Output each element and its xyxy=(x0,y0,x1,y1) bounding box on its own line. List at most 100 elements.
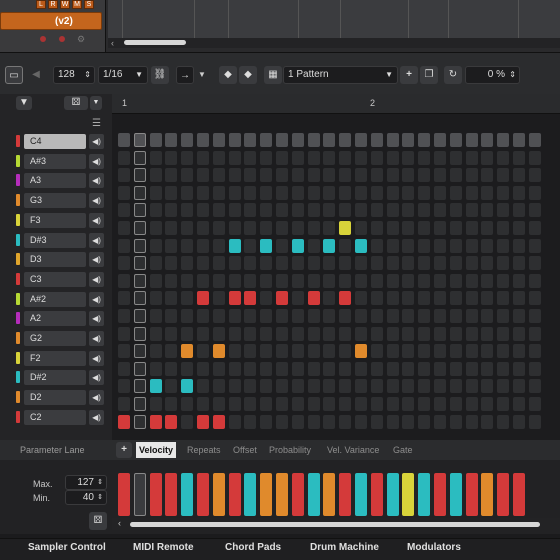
key-name[interactable]: D2 xyxy=(24,390,86,406)
step-cell[interactable] xyxy=(244,361,257,376)
step-cell[interactable] xyxy=(260,379,273,394)
scroll-left-icon[interactable]: ‹ xyxy=(118,518,121,528)
step-cell[interactable] xyxy=(465,397,478,411)
step-cell[interactable] xyxy=(291,361,304,376)
step-cell[interactable] xyxy=(118,185,130,200)
key-name[interactable]: D#3 xyxy=(24,232,86,248)
step-cell[interactable] xyxy=(434,133,446,147)
step-cell[interactable] xyxy=(165,256,178,271)
step-cell[interactable] xyxy=(386,291,399,306)
filter-icon[interactable]: ▼ xyxy=(16,96,32,110)
step-cell[interactable] xyxy=(370,291,383,306)
step-cell[interactable] xyxy=(276,185,288,200)
step-cell[interactable] xyxy=(513,221,525,235)
step-cell[interactable] xyxy=(244,414,257,429)
step-cell[interactable] xyxy=(307,150,320,165)
max-field[interactable]: 127 ⇕ xyxy=(65,475,107,490)
key-name[interactable]: A#3 xyxy=(24,153,86,169)
track-button[interactable]: L xyxy=(36,0,46,9)
step-cell[interactable] xyxy=(481,256,494,271)
step-cell[interactable] xyxy=(133,291,146,306)
step-cell[interactable] xyxy=(418,150,431,165)
step-cell[interactable] xyxy=(276,256,288,271)
step-cell[interactable] xyxy=(481,344,494,359)
step-cell[interactable] xyxy=(497,326,510,341)
step-cell[interactable] xyxy=(465,309,478,323)
step-cell[interactable] xyxy=(197,326,209,341)
step-cell[interactable] xyxy=(291,344,304,359)
step-cell[interactable] xyxy=(528,238,541,253)
step-cell[interactable] xyxy=(513,238,525,253)
step-cell[interactable] xyxy=(528,361,541,376)
step-cell[interactable] xyxy=(418,238,431,253)
step-cell[interactable] xyxy=(434,238,446,253)
step-cell[interactable] xyxy=(197,414,209,429)
step-cell[interactable] xyxy=(149,185,162,200)
step-cell[interactable] xyxy=(497,291,510,306)
step-cell[interactable] xyxy=(228,150,241,165)
key-row[interactable]: C4 ◀) xyxy=(16,133,106,150)
step-cell[interactable] xyxy=(323,326,336,341)
velocity-bar[interactable] xyxy=(370,473,383,516)
step-cell[interactable] xyxy=(228,397,241,411)
track-button[interactable]: R xyxy=(48,0,58,9)
step-cell[interactable] xyxy=(418,203,431,218)
step-cell[interactable] xyxy=(149,397,162,411)
step-cell[interactable] xyxy=(149,203,162,218)
step-cell[interactable] xyxy=(449,168,462,183)
step-cell[interactable] xyxy=(339,221,352,235)
step-cell[interactable] xyxy=(181,309,194,323)
step-cell[interactable] xyxy=(212,238,225,253)
step-cell[interactable] xyxy=(449,221,462,235)
step-cell[interactable] xyxy=(386,379,399,394)
step-cell[interactable] xyxy=(291,168,304,183)
step-cell[interactable] xyxy=(513,397,525,411)
step-cell[interactable] xyxy=(497,168,510,183)
step-cell[interactable] xyxy=(386,185,399,200)
step-cell[interactable] xyxy=(449,344,462,359)
step-cell[interactable] xyxy=(449,133,462,147)
speaker-icon[interactable]: ◀) xyxy=(89,134,104,149)
step-cell[interactable] xyxy=(276,221,288,235)
step-cell[interactable] xyxy=(276,203,288,218)
step-cell[interactable] xyxy=(212,397,225,411)
step-cell[interactable] xyxy=(276,168,288,183)
step-cell[interactable] xyxy=(228,344,241,359)
key-row[interactable]: C3 ◀) xyxy=(16,271,106,288)
step-cell[interactable] xyxy=(513,291,525,306)
step-cell[interactable] xyxy=(402,344,415,359)
step-cell[interactable] xyxy=(402,221,415,235)
parameter-tab[interactable]: Vel. Variance xyxy=(324,442,382,458)
key-row[interactable]: F2 ◀) xyxy=(16,350,106,367)
step-cell[interactable] xyxy=(149,133,162,147)
step-cell[interactable] xyxy=(370,379,383,394)
key-row[interactable]: D3 ◀) xyxy=(16,251,106,268)
step-cell[interactable] xyxy=(370,168,383,183)
step-cell[interactable] xyxy=(481,203,494,218)
step-cell[interactable] xyxy=(402,238,415,253)
step-cell[interactable] xyxy=(513,414,525,429)
step-cell[interactable] xyxy=(481,221,494,235)
dice-icon[interactable]: ⚄ xyxy=(64,96,88,110)
step-cell[interactable] xyxy=(165,273,178,288)
step-cell[interactable] xyxy=(497,273,510,288)
step-cell[interactable] xyxy=(165,309,178,323)
step-cell[interactable] xyxy=(133,221,146,235)
list-view-icon[interactable]: ☰ xyxy=(92,118,101,129)
step-cell[interactable] xyxy=(323,291,336,306)
step-cell[interactable] xyxy=(497,203,510,218)
step-cell[interactable] xyxy=(118,397,130,411)
step-cell[interactable] xyxy=(465,273,478,288)
step-cell[interactable] xyxy=(497,238,510,253)
parameter-tab[interactable]: Repeats xyxy=(184,442,224,458)
step-cell[interactable] xyxy=(307,379,320,394)
step-cell[interactable] xyxy=(181,291,194,306)
step-cell[interactable] xyxy=(260,397,273,411)
step-cell[interactable] xyxy=(307,309,320,323)
step-cell[interactable] xyxy=(118,309,130,323)
step-cell[interactable] xyxy=(402,168,415,183)
step-cell[interactable] xyxy=(513,379,525,394)
step-cell[interactable] xyxy=(402,414,415,429)
step-cell[interactable] xyxy=(497,256,510,271)
velocity-bar[interactable] xyxy=(291,473,304,516)
